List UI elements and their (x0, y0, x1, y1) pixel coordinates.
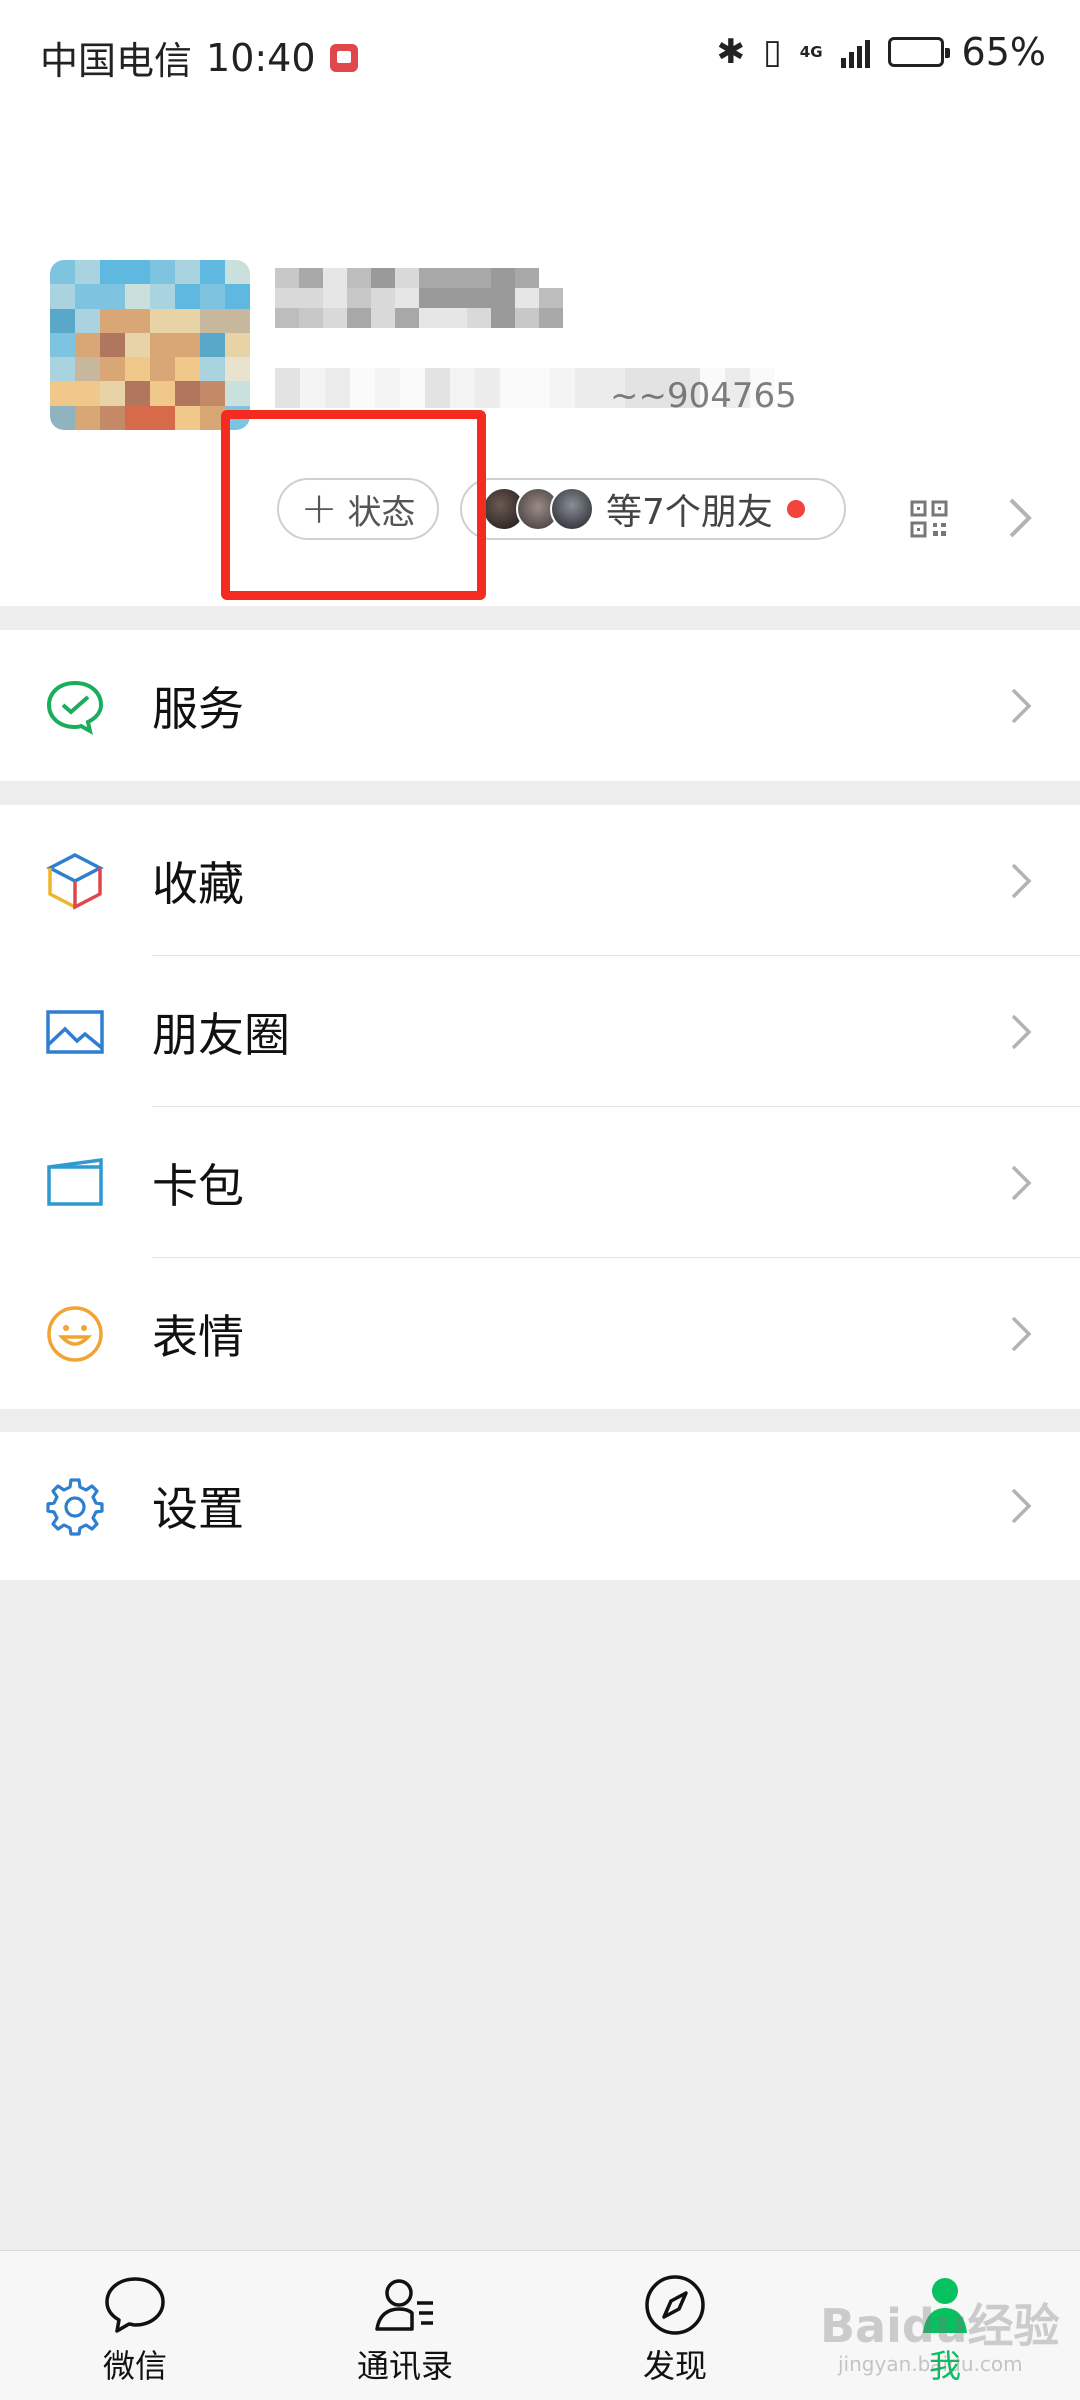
bluetooth-icon: ✱ (716, 32, 746, 72)
menu-item-card-wallet[interactable]: 卡包 (0, 1107, 1080, 1258)
chevron-right-icon (1011, 688, 1032, 723)
menu-group-main: 收藏 朋友圈 卡包 表情 (0, 805, 1080, 1409)
watermark-url: jingyan.baidu.com (838, 2352, 1023, 2376)
smiley-icon (47, 1305, 103, 1362)
chevron-right-icon (1009, 498, 1032, 538)
wechat-id-fragment: ~~904765 (610, 376, 797, 416)
qr-code-icon[interactable] (910, 500, 948, 538)
compass-icon (645, 2275, 705, 2335)
menu-item-label: 朋友圈 (152, 1007, 290, 1062)
contacts-icon (375, 2279, 433, 2331)
services-icon (46, 680, 104, 735)
menu-item-settings[interactable]: 设置 (0, 1432, 1080, 1580)
menu-group-settings: 设置 (0, 1432, 1080, 1580)
tab-label: 发现 (642, 2347, 707, 2385)
status-bar: 中国电信 10:40 ✱ ▯ 4G 65% (0, 0, 1080, 118)
menu-item-favorites[interactable]: 收藏 (0, 805, 1080, 956)
card-wallet-icon (47, 1157, 103, 1206)
menu-item-moments[interactable]: 朋友圈 (0, 956, 1080, 1107)
chevron-right-icon (1011, 1165, 1032, 1200)
status-bar-right: ✱ ▯ 4G 65% (717, 30, 1046, 74)
nickname-blurred (275, 268, 563, 328)
battery-percent: 65% (961, 30, 1046, 74)
tab-contacts[interactable]: 通讯录 (305, 2251, 505, 2400)
tab-chats[interactable]: 微信 (35, 2251, 235, 2400)
friend-avatar (550, 487, 594, 531)
gear-icon (46, 1478, 104, 1536)
notification-icon (329, 43, 358, 72)
menu-item-label: 收藏 (152, 856, 244, 911)
menu-item-label: 服务 (152, 681, 244, 736)
signal-icon (840, 36, 870, 68)
highlight-annotation (221, 410, 486, 600)
menu-item-label: 卡包 (152, 1158, 244, 1213)
friends-status-label: 等7个朋友 (606, 492, 773, 533)
menu-item-stickers[interactable]: 表情 (0, 1258, 1080, 1409)
chevron-right-icon (1011, 1316, 1032, 1351)
menu-item-label: 表情 (152, 1309, 244, 1364)
unread-dot (786, 500, 805, 518)
menu-group-services: 服务 (0, 630, 1080, 781)
menu-item-services[interactable]: 服务 (0, 630, 1080, 781)
carrier-name: 中国电信 (40, 39, 193, 83)
vibrate-icon: ▯ (763, 32, 782, 72)
tab-label: 通讯录 (356, 2347, 453, 2385)
status-bar-left: 中国电信 10:40 (40, 30, 358, 85)
friends-status-pill[interactable]: 等7个朋友 (460, 478, 846, 540)
tab-label: 微信 (102, 2347, 167, 2385)
chevron-right-icon (1011, 863, 1032, 898)
chat-bubble-icon (105, 2277, 165, 2333)
chevron-right-icon (1011, 1488, 1032, 1524)
watermark-logo: Baidu经验 (820, 2299, 1060, 2353)
moments-picture-icon (46, 1009, 104, 1054)
favorites-cube-icon (46, 852, 104, 910)
menu-item-label: 设置 (152, 1482, 244, 1536)
friend-avatars (482, 487, 594, 531)
clock: 10:40 (206, 35, 316, 80)
avatar[interactable] (50, 260, 250, 430)
network-type: 4G (799, 43, 823, 61)
battery-icon (887, 37, 950, 67)
chevron-right-icon (1011, 1014, 1032, 1049)
tab-discover[interactable]: 发现 (575, 2251, 775, 2400)
